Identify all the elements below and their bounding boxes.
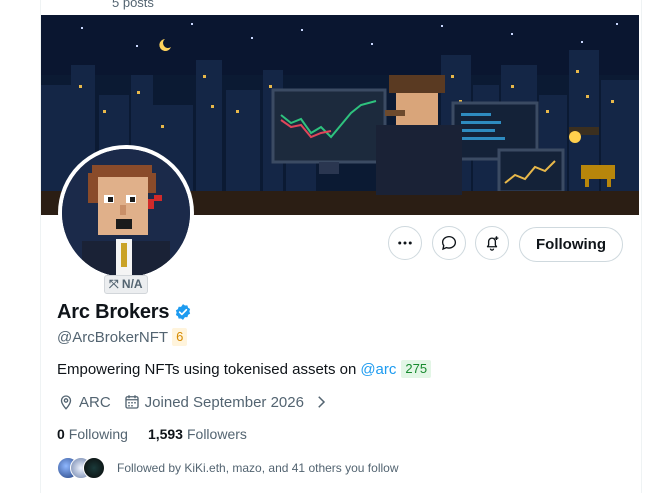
location-text: ARC xyxy=(79,393,111,411)
following-stat-link[interactable]: 0 Following xyxy=(57,426,128,442)
location-pin-icon xyxy=(60,395,72,410)
followers-label: Followers xyxy=(186,426,247,442)
followed-by-text: Followed by KiKi.eth, mazo, and 41 other… xyxy=(117,461,399,475)
display-name: Arc Brokers xyxy=(57,300,170,323)
following-count: 0 xyxy=(57,426,65,442)
mutual-avatars xyxy=(57,457,107,479)
chevron-right-icon xyxy=(318,396,326,408)
followers-count: 1,593 xyxy=(147,426,183,442)
followers-you-know[interactable]: Followed by KiKi.eth, mazo, and 41 other… xyxy=(57,456,398,480)
followers-stat-link[interactable]: 1,593 Followers xyxy=(148,426,247,442)
message-button[interactable] xyxy=(432,226,466,260)
more-options-button[interactable] xyxy=(388,226,422,260)
mention-count-badge: 275 xyxy=(401,360,432,378)
bio-mention-link[interactable]: @arc xyxy=(360,361,396,378)
handle-row: @ArcBrokerNFT 6 xyxy=(57,327,188,347)
calendar-icon xyxy=(124,395,139,409)
posts-count: 5 posts xyxy=(112,0,154,10)
handle-count-badge: 6 xyxy=(172,328,188,346)
bell-add-icon xyxy=(486,236,499,251)
profile-handle: @ArcBrokerNFT xyxy=(57,328,169,346)
avatar-na-badge: ⤧ N/A xyxy=(104,275,148,294)
bio-text: Empowering NFTs using tokenised assets o… xyxy=(57,360,357,378)
profile-bio: Empowering NFTs using tokenised assets o… xyxy=(57,359,432,379)
location-item: ARC xyxy=(57,393,111,411)
following-label: Following xyxy=(68,426,128,442)
avatar-image xyxy=(62,149,190,277)
follow-stats: 0 Following 1,593 Followers xyxy=(57,425,247,443)
mutual-avatar xyxy=(83,457,105,479)
profile-avatar[interactable] xyxy=(58,145,194,281)
profile-page: 5 posts ⤧ N/A Following Arc Brokers @Arc… xyxy=(0,0,654,493)
name-row: Arc Brokers xyxy=(57,300,192,324)
more-icon xyxy=(398,241,412,245)
verified-badge-icon[interactable] xyxy=(174,303,192,321)
joined-item[interactable]: Joined September 2026 xyxy=(123,393,330,411)
message-bubble-icon xyxy=(441,235,457,251)
following-button[interactable]: Following xyxy=(519,227,623,262)
notifications-button[interactable] xyxy=(475,226,509,260)
profile-meta: ARC Joined September 2026 xyxy=(57,392,330,412)
joined-text: Joined September 2026 xyxy=(144,393,304,411)
